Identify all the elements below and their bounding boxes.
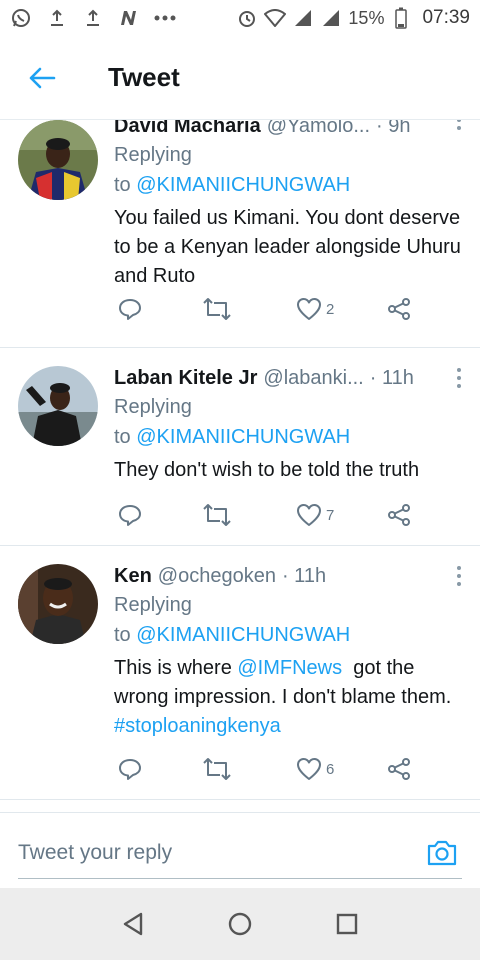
share-button[interactable] [386,297,412,321]
tweet-header: Ken @ochegoken · 11h [114,562,466,590]
nav-recents-button[interactable] [327,904,367,944]
signal-icon [320,7,342,29]
mention-link[interactable]: @IMFNews [237,657,342,679]
avatar[interactable] [18,120,98,200]
square-recents-icon [336,913,357,935]
more-dots-icon [154,7,176,29]
like-count: 7 [326,506,335,524]
share-icon [388,504,410,526]
reply-feed[interactable]: David Macharia @Yamolo... · 9h Replying … [0,120,480,804]
tweet-actions: 6 [114,754,440,784]
camera-button[interactable] [422,835,462,871]
camera-icon [427,840,457,866]
more-options-button[interactable] [450,366,468,390]
whatsapp-icon [10,7,32,29]
status-time: 07:39 [422,7,470,28]
like-count: 6 [326,760,335,778]
tweet-time: · 11h [369,367,414,389]
upload-icon [46,7,68,29]
replying-label: Replying [114,396,192,418]
tweet-time: · 11h [281,565,327,587]
heart-icon [297,504,321,526]
share-icon [388,758,410,780]
tweet-header: David Macharia @Yamolo... · 9h [114,120,466,140]
page-title: Tweet [108,62,180,92]
user-handle[interactable]: @labanki... [263,364,363,392]
header: Tweet [0,36,480,120]
tweet-text: This is where @IMFNews got the wrong imp… [114,654,466,741]
more-options-button[interactable] [450,120,468,132]
replying-to-prefix: to [114,624,137,646]
retweet-button[interactable] [202,297,232,321]
heart-icon [297,298,321,320]
share-button[interactable] [386,503,412,527]
mention-link[interactable]: @KIMANIICHUNGWAH [136,624,350,646]
arrow-left-icon [29,67,56,88]
tweet-item[interactable]: Ken @ochegoken · 11h Replying to @KIMANI… [0,546,480,800]
like-button[interactable]: 7 [296,503,334,527]
avatar[interactable] [18,564,98,644]
mention-link[interactable]: @KIMANIICHUNGWAH [136,426,350,448]
share-button[interactable] [386,757,412,781]
reply-button[interactable] [118,503,142,527]
user-name[interactable]: Laban Kitele Jr [114,364,257,392]
tweet-text: They don't wish to be told the truth [114,459,420,481]
retweet-icon [203,504,231,526]
tweet-item[interactable]: Laban Kitele Jr @labanki... · 11h Replyi… [0,348,480,546]
retweet-button[interactable] [202,503,232,527]
tweet-actions: 2 [114,294,440,324]
user-handle[interactable]: @ochegoken [158,562,276,590]
tweet-time: · 9h [376,120,411,137]
n-app-icon [118,7,140,29]
wifi-icon [264,7,287,29]
hashtag-link[interactable]: #stoploaningkenya [114,715,281,737]
reply-icon [119,505,141,526]
user-name[interactable]: Ken [114,562,152,590]
signal-icon [292,7,314,29]
reply-icon [119,759,141,780]
reply-placeholder: Tweet your reply [18,840,173,864]
reply-input[interactable]: Tweet your reply [18,827,462,879]
like-count: 2 [326,300,335,318]
system-nav-bar [0,888,480,960]
more-options-button[interactable] [450,564,468,588]
user-name[interactable]: David Macharia [114,120,261,140]
tweet-text-part: This is where [114,657,238,679]
nav-home-button[interactable] [220,904,260,944]
reply-button[interactable] [118,297,142,321]
tweet-text: You failed us Kimani. You dont deserve t… [114,207,461,287]
triangle-back-icon [124,912,143,936]
heart-icon [297,758,321,780]
tweet-item[interactable]: David Macharia @Yamolo... · 9h Replying … [0,120,480,348]
retweet-button[interactable] [202,757,232,781]
tweet-header: Laban Kitele Jr @labanki... · 11h [114,364,466,392]
replying-to: to @KIMANIICHUNGWAH [114,170,466,200]
reply-composer: Tweet your reply [0,812,480,888]
battery-percent: 15% [348,7,385,28]
share-icon [388,298,410,320]
alarm-icon [236,7,258,29]
circle-home-icon [228,912,252,936]
nav-back-button[interactable] [113,904,153,944]
reply-icon [119,299,141,320]
replying-to-prefix: to [114,426,137,448]
replying-to-prefix: to [114,174,137,196]
like-button[interactable]: 2 [296,297,334,321]
like-button[interactable]: 6 [296,757,334,781]
back-button[interactable] [10,46,74,110]
replying-label: Replying [114,144,192,166]
replying-to: to @KIMANIICHUNGWAH [114,422,466,452]
user-handle[interactable]: @Yamolo... [267,120,370,140]
retweet-icon [203,298,231,320]
mention-link[interactable]: @KIMANIICHUNGWAH [136,174,350,196]
reply-button[interactable] [118,757,142,781]
replying-to: to @KIMANIICHUNGWAH [114,620,466,650]
battery-icon [390,7,412,29]
replying-label: Replying [114,594,192,616]
avatar[interactable] [18,366,98,446]
tweet-actions: 7 [114,500,440,530]
retweet-icon [203,758,231,780]
upload-icon [82,7,104,29]
status-bar: 15% 07:39 [0,0,480,36]
